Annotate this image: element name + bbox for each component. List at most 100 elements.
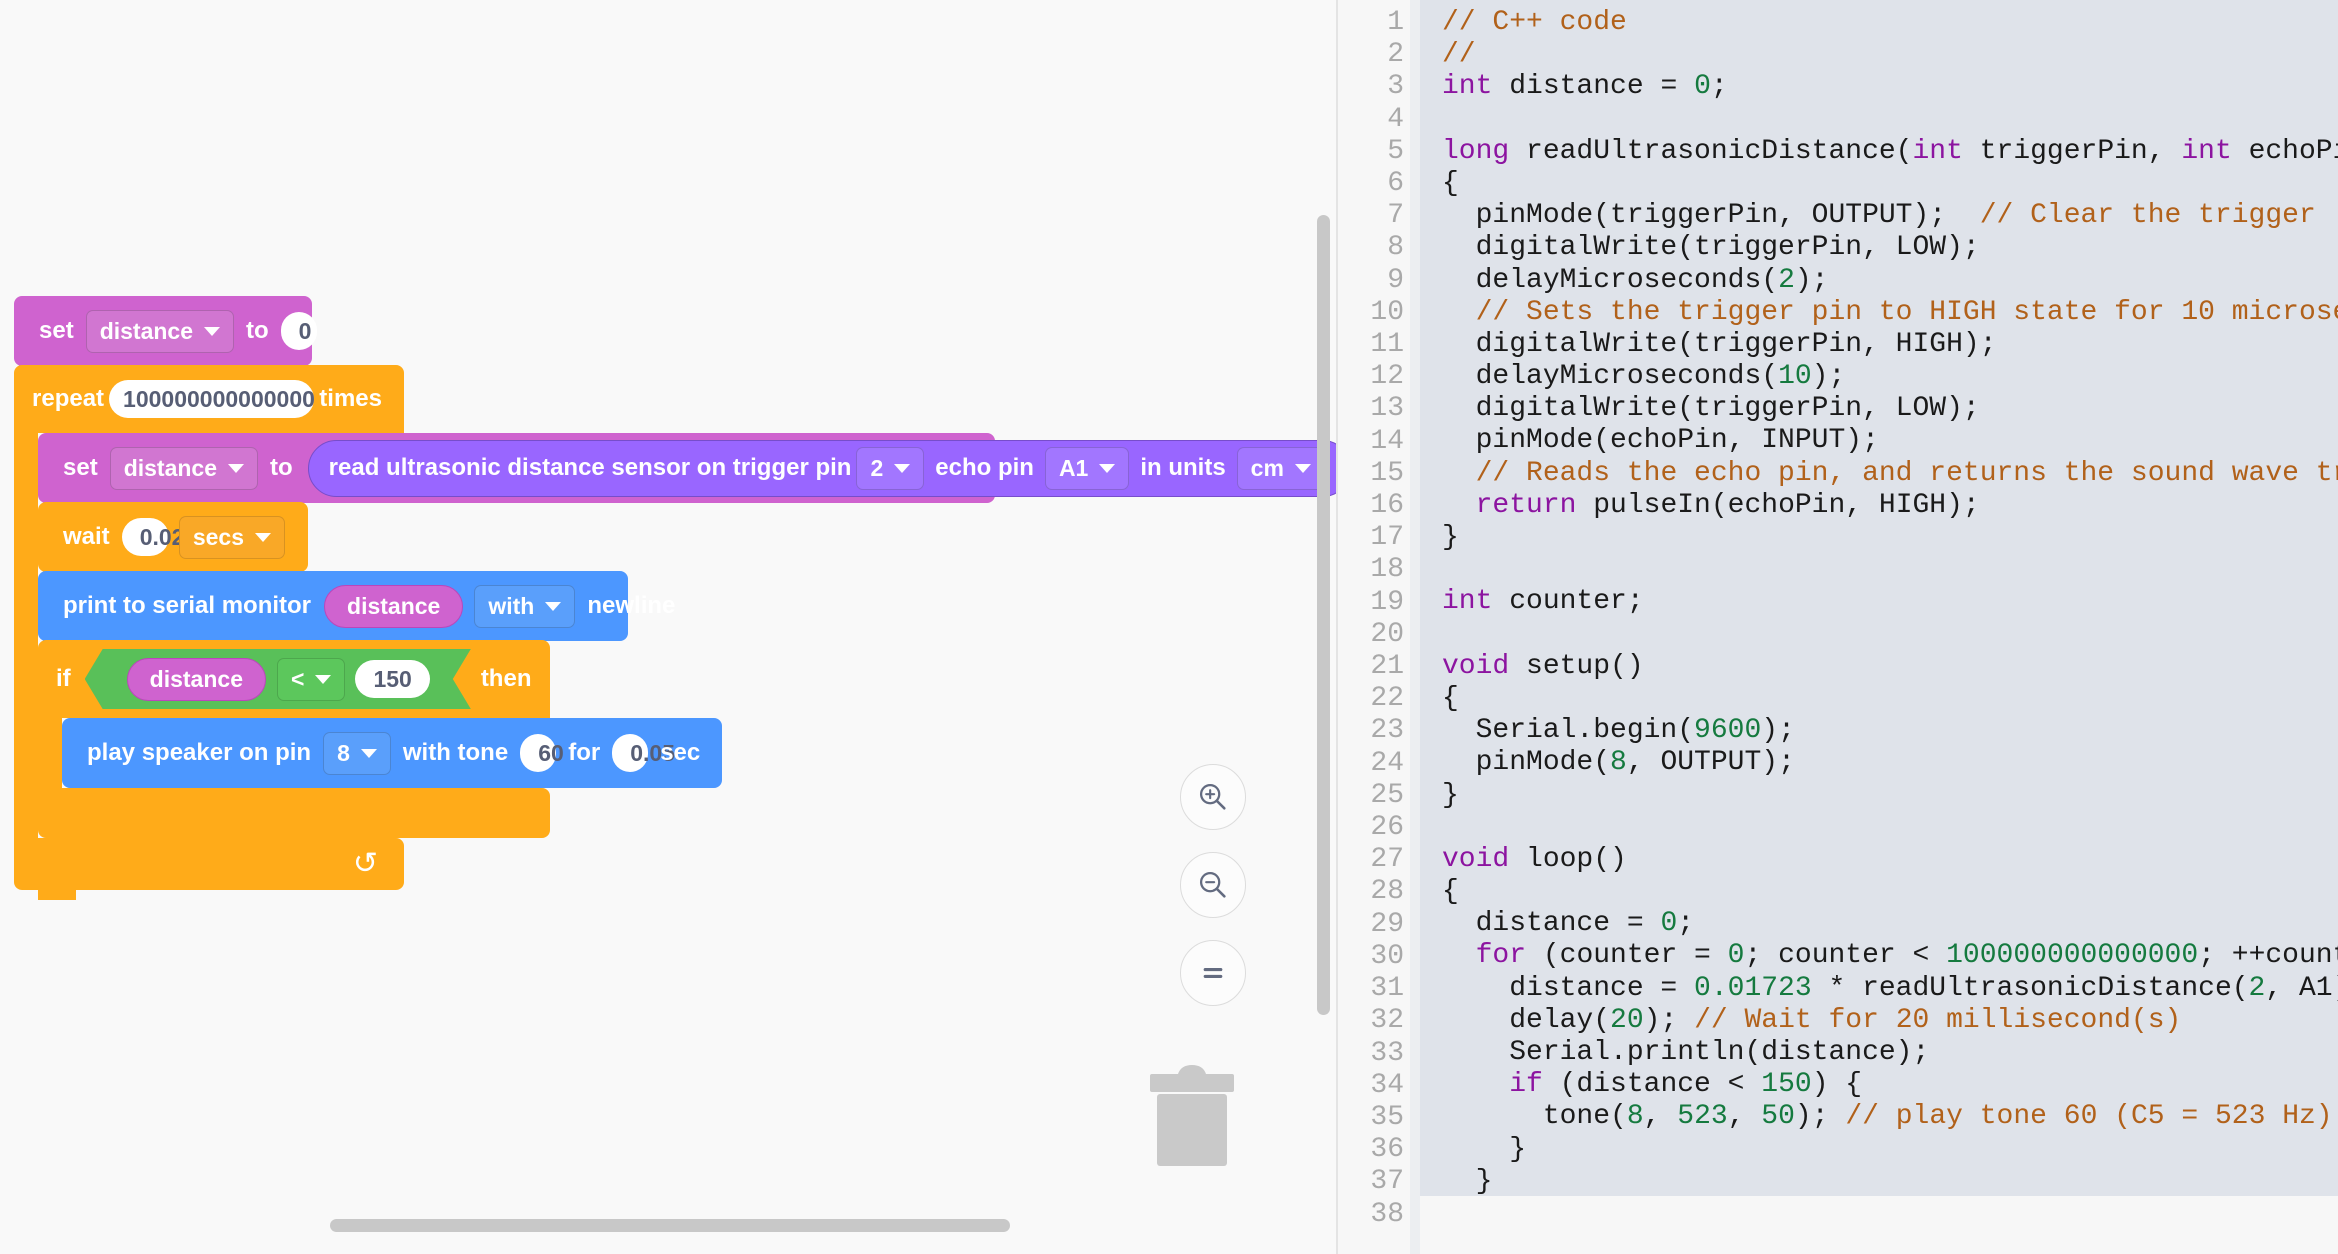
variable-dropdown-distance[interactable]: distance [110,447,258,490]
read-ultrasonic-distance-reporter[interactable]: read ultrasonic distance sensor on trigg… [308,440,1338,497]
comparison-operator-block[interactable]: distance < 150 [85,649,471,709]
print-serial-monitor-block[interactable]: print to serial monitor distance with ne… [38,571,628,641]
generated-code-pane[interactable]: 1234567891011121314151617181920212223242… [1338,0,2338,1254]
code-line: // Sets the trigger pin to HIGH state fo… [1442,297,2338,329]
line-number: 25 [1338,780,1404,812]
code-line: } [1442,780,2338,812]
block-stack[interactable]: set distance to 0 repeat 100000000000000… [14,296,995,890]
code-line: delay(20); // Wait for 20 millisecond(s) [1442,1005,2338,1037]
newline-label: newline [587,592,675,620]
code-line: Serial.begin(9600); [1442,715,2338,747]
duration-input[interactable]: 0.05 [612,734,648,773]
repeat-footer[interactable]: ↺ [14,838,404,890]
times-label: times [319,385,382,413]
to-label: to [270,454,293,482]
line-number: 31 [1338,973,1404,1005]
line-number: 26 [1338,812,1404,844]
code-line: // Reads the echo pin, and returns the s… [1442,458,2338,490]
code-text-area[interactable]: // C++ code//int distance = 0; long read… [1420,0,2338,1254]
echo-pin-label: echo pin [935,454,1034,482]
wait-block[interactable]: wait 0.02 secs [38,502,308,572]
code-line: if (distance < 150) { [1442,1069,2338,1101]
code-line: distance = 0.01723 * readUltrasonicDista… [1442,973,2338,1005]
line-number: 34 [1338,1070,1404,1102]
print-mode-value: with [488,593,534,620]
if-header[interactable]: if distance < 150 then [38,640,550,718]
speaker-pin-value: 8 [337,740,350,767]
wait-label: wait [63,523,110,551]
line-number: 8 [1338,232,1404,264]
chevron-down-icon [204,327,220,336]
units-dropdown[interactable]: cm [1237,447,1325,490]
if-footer[interactable] [38,788,550,838]
repeat-count-input[interactable]: 100000000000000 [109,380,314,419]
operator-dropdown[interactable]: < [277,658,345,701]
code-line: { [1442,168,2338,200]
set-value-input[interactable]: 0 [281,312,317,351]
code-line: { [1442,876,2338,908]
chevron-down-icon [545,602,561,611]
speaker-pin-dropdown[interactable]: 8 [323,732,391,775]
repeat-times-block[interactable]: repeat 100000000000000 times set distanc… [14,365,995,890]
echo-pin-dropdown[interactable]: A1 [1045,447,1129,490]
chevron-down-icon [894,464,910,473]
line-number: 23 [1338,715,1404,747]
line-number: 27 [1338,844,1404,876]
trigger-pin-dropdown[interactable]: 2 [856,447,924,490]
repeat-left-arm [14,433,38,838]
tinkercad-codeblocks-workspace: set distance to 0 repeat 100000000000000… [0,0,2338,1254]
play-speaker-label: play speaker on pin [87,739,311,767]
compare-variable-oval[interactable]: distance [127,658,266,701]
code-line: int distance = 0; [1442,71,2338,103]
line-number: 29 [1338,909,1404,941]
code-line: for (counter = 0; counter < 100000000000… [1442,940,2338,972]
code-line [1442,554,2338,586]
line-number: 9 [1338,265,1404,297]
chevron-down-icon [255,533,271,542]
code-line: // C++ code [1442,7,2338,39]
blocks-canvas[interactable]: set distance to 0 repeat 100000000000000… [0,0,1338,1254]
repeat-header[interactable]: repeat 100000000000000 times [14,365,404,433]
tone-input[interactable]: 60 [520,734,556,773]
line-number: 28 [1338,876,1404,908]
zoom-reset-button[interactable] [1180,940,1246,1006]
compare-value-input[interactable]: 150 [355,660,429,699]
code-line: // [1442,39,2338,71]
line-number: 32 [1338,1005,1404,1037]
if-left-arm [38,718,62,788]
variable-dropdown-distance[interactable]: distance [86,310,234,353]
canvas-vertical-scrollbar[interactable] [1317,215,1330,1015]
code-line: void setup() [1442,651,2338,683]
code-line: digitalWrite(triggerPin, HIGH); [1442,329,2338,361]
units-value: cm [1251,455,1284,482]
line-number: 36 [1338,1134,1404,1166]
line-number: 16 [1338,490,1404,522]
line-number: 18 [1338,554,1404,586]
variable-dropdown-value: distance [124,455,217,482]
zoom-controls[interactable] [1180,764,1246,1006]
set-variable-sensor-block[interactable]: set distance to read ultrasonic distance… [38,433,995,503]
operator-value: < [291,666,304,693]
line-number: 30 [1338,941,1404,973]
code-line: pinMode(echoPin, INPUT); [1442,425,2338,457]
line-number: 11 [1338,329,1404,361]
trash-icon[interactable] [1150,1064,1234,1166]
line-number: 19 [1338,587,1404,619]
print-variable-oval[interactable]: distance [324,585,463,628]
set-variable-block[interactable]: set distance to 0 [14,296,312,366]
line-number: 6 [1338,168,1404,200]
wait-duration-input[interactable]: 0.02 [122,518,169,557]
if-then-block[interactable]: if distance < 150 then [38,640,995,838]
line-number: 37 [1338,1166,1404,1198]
print-mode-dropdown[interactable]: with [474,585,575,628]
zoom-in-icon [1196,780,1230,814]
code-line: distance = 0; [1442,908,2338,940]
wait-unit-dropdown[interactable]: secs [179,516,285,559]
chevron-down-icon [315,675,331,684]
zoom-out-button[interactable] [1180,852,1246,918]
play-speaker-block[interactable]: play speaker on pin 8 with tone 60 for 0… [62,718,722,788]
zoom-in-button[interactable] [1180,764,1246,830]
canvas-horizontal-scrollbar[interactable] [330,1219,1010,1232]
chevron-down-icon [361,749,377,758]
line-number: 15 [1338,458,1404,490]
